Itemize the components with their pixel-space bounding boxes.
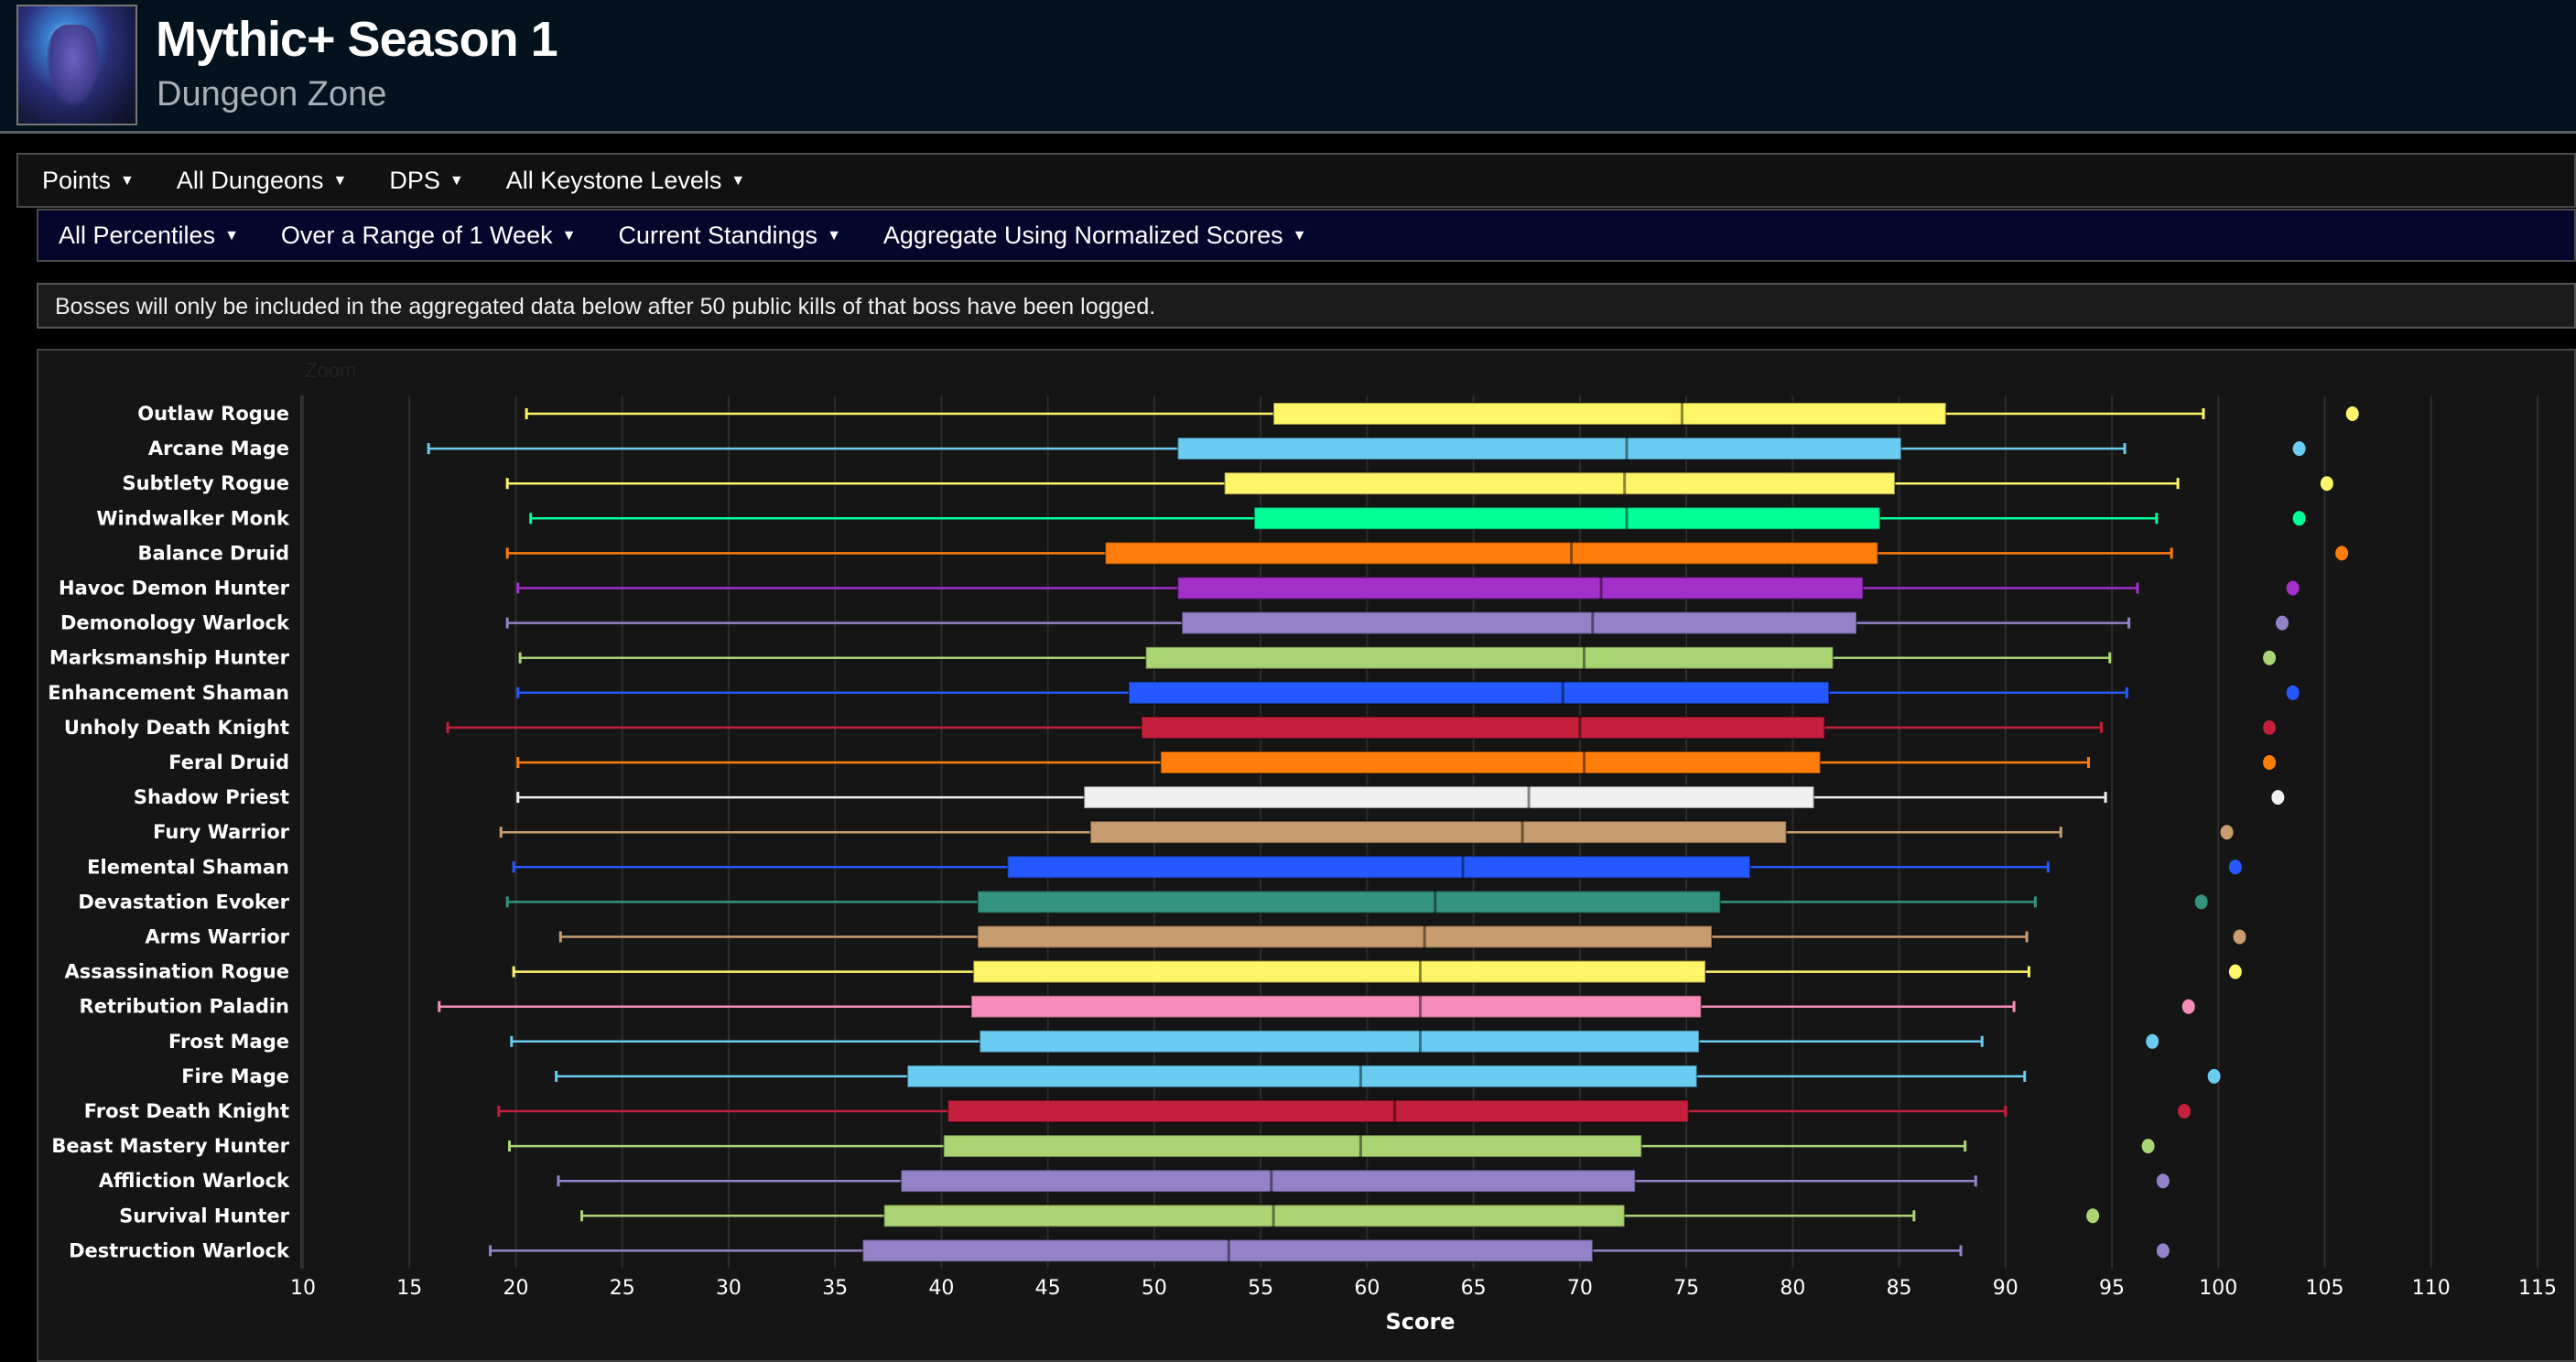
x-tick-label: 25 (610, 1277, 635, 1300)
box (1144, 645, 1835, 670)
x-tick-label: 85 (1887, 1277, 1912, 1300)
outlier-point (2286, 685, 2300, 700)
outlier-point (2156, 1173, 2170, 1189)
outlier-point (2207, 1068, 2221, 1084)
outlier-point (2263, 650, 2277, 665)
category-label: Demonology Warlock (60, 612, 290, 634)
outlier-point (2220, 825, 2234, 840)
box (1083, 785, 1815, 810)
category-label: Arcane Mage (148, 438, 289, 459)
category-label: Outlaw Rogue (137, 403, 289, 425)
x-tick-label: 35 (822, 1277, 848, 1300)
box (1176, 437, 1902, 461)
box (1128, 680, 1830, 705)
outlier-point (2271, 790, 2285, 805)
outlier-point (2233, 929, 2246, 945)
category-label: Frost Death Knight (84, 1100, 289, 1122)
category-label: Feral Druid (168, 751, 289, 773)
outlier-point (2181, 999, 2195, 1014)
x-tick-label: 20 (503, 1277, 528, 1300)
outlier-point (2146, 1033, 2159, 1049)
x-tick-label: 70 (1567, 1277, 1593, 1300)
category-label: Unholy Death Knight (64, 717, 289, 739)
outlier-point (2335, 546, 2349, 561)
category-label: Fire Mage (181, 1065, 289, 1087)
x-tick-label: 30 (716, 1277, 741, 1300)
box (1140, 715, 1826, 740)
x-tick-label: 105 (2306, 1277, 2344, 1300)
box (882, 1204, 1626, 1228)
outlier-point (2263, 755, 2277, 770)
box (947, 1099, 1690, 1123)
category-label: Shadow Priest (134, 786, 289, 808)
category-label: Devastation Evoker (78, 891, 289, 913)
category-label: Arms Warrior (145, 926, 289, 948)
outlier-point (2156, 1243, 2170, 1259)
outlier-point (2141, 1139, 2155, 1154)
box (976, 924, 1713, 949)
box (1006, 855, 1751, 880)
category-label: Windwalker Monk (96, 507, 290, 529)
outlier-point (2292, 511, 2306, 526)
x-tick-label: 15 (396, 1277, 422, 1300)
outlier-point (2086, 1208, 2100, 1224)
box (1176, 576, 1865, 600)
x-tick-label: 40 (928, 1277, 954, 1300)
outlier-point (2228, 859, 2242, 875)
box (1272, 402, 1947, 426)
category-label: Balance Druid (138, 542, 289, 564)
x-tick-label: 60 (1354, 1277, 1380, 1300)
x-tick-label: 80 (1780, 1277, 1805, 1300)
outlier-point (2228, 964, 2242, 979)
outlier-point (2345, 406, 2359, 421)
category-label: Assassination Rogue (65, 961, 290, 983)
box (972, 959, 1707, 984)
category-label: Subtlety Rogue (123, 472, 289, 494)
x-tick-label: 115 (2518, 1277, 2557, 1300)
box (969, 994, 1703, 1019)
x-tick-label: 90 (1993, 1277, 2019, 1300)
x-tick-label: 45 (1035, 1277, 1061, 1300)
box (1253, 506, 1881, 531)
box (979, 1029, 1701, 1054)
x-tick-label: 50 (1142, 1277, 1167, 1300)
x-tick-label: 110 (2412, 1277, 2451, 1300)
outlier-point (2263, 719, 2277, 735)
category-label: Destruction Warlock (69, 1239, 290, 1261)
box (1223, 471, 1896, 496)
box (942, 1134, 1643, 1159)
box (976, 890, 1722, 914)
box (900, 1169, 1637, 1194)
category-label: Marksmanship Hunter (49, 647, 290, 669)
x-axis-title: Score (1385, 1309, 1455, 1335)
x-tick-label: 65 (1461, 1277, 1487, 1300)
category-label: Retribution Paladin (80, 996, 289, 1018)
outlier-point (2320, 476, 2333, 492)
x-tick-label: 75 (1673, 1277, 1699, 1300)
outlier-point (2194, 894, 2208, 910)
box (1181, 611, 1858, 635)
category-label: Havoc Demon Hunter (59, 578, 290, 600)
box (1104, 541, 1879, 566)
x-tick-label: 10 (290, 1277, 316, 1300)
outlier-point (2178, 1104, 2192, 1119)
boxplot-chart: 10 15 20 25 30 35 40 45 50 55 60 65 70 75 80 85 90 95 100 1… (48, 395, 2557, 1335)
outlier-point (2292, 441, 2306, 457)
outlier-point (2286, 580, 2300, 596)
category-label: Enhancement Shaman (48, 682, 289, 704)
x-tick-label: 95 (2099, 1277, 2125, 1300)
x-tick-label: 55 (1248, 1277, 1273, 1300)
category-label: Affliction Warlock (99, 1170, 290, 1192)
category-label: Frost Mage (168, 1031, 289, 1053)
category-label: Beast Mastery Hunter (51, 1135, 289, 1157)
box (906, 1064, 1698, 1088)
category-label: Survival Hunter (119, 1205, 289, 1227)
category-label: Fury Warrior (153, 821, 290, 843)
outlier-point (2276, 615, 2289, 631)
category-label: Elemental Shaman (87, 856, 289, 878)
box (1089, 820, 1788, 845)
x-tick-label: 100 (2199, 1277, 2237, 1300)
box (1159, 751, 1822, 774)
